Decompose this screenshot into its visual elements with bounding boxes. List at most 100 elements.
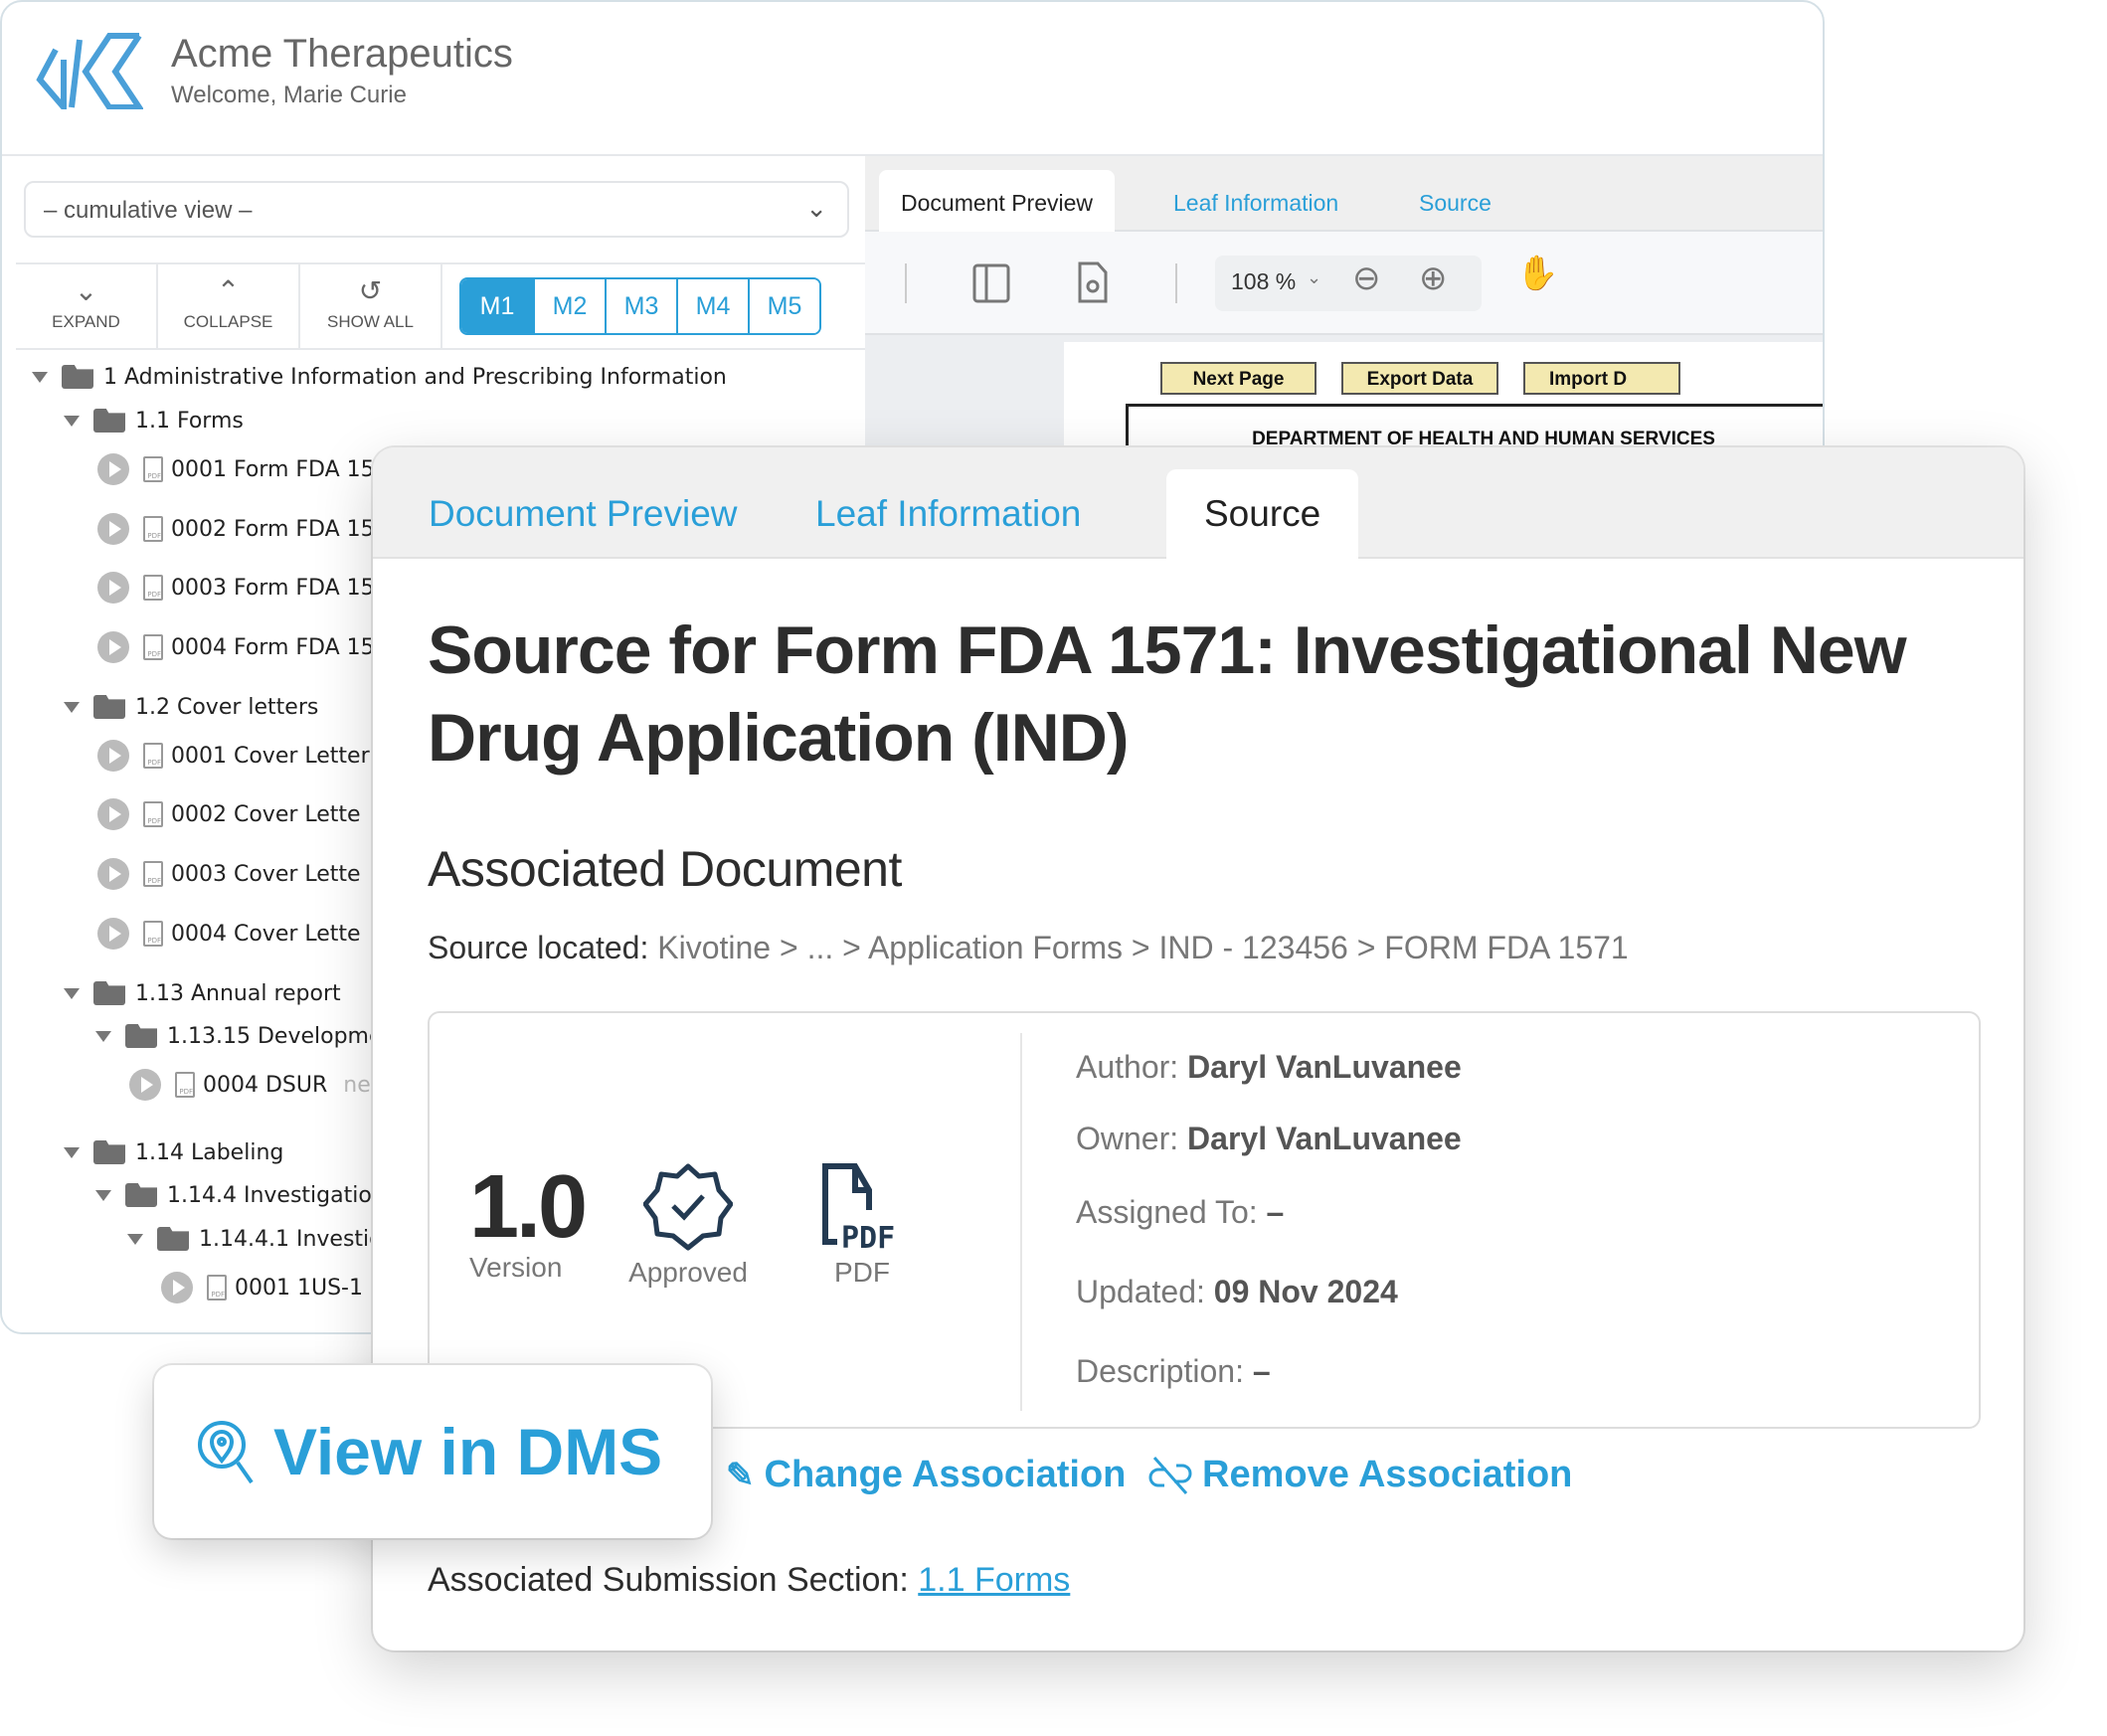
meta-value: Daryl VanLuvanee [1187,1121,1462,1156]
play-icon[interactable] [97,740,129,772]
tree-folder[interactable]: 1.13.15 Developmen [95,1019,396,1053]
breadcrumb-item[interactable]: IND - 123456 [1159,930,1348,965]
tree-document[interactable]: PDF 0001 1US-1 [161,1271,363,1304]
expand-triangle-icon[interactable] [95,1189,111,1201]
pdf-file-icon: PDF [175,1072,195,1098]
tree-item-label: 0003 Form FDA 15 [171,575,375,601]
folder-open-icon [125,1024,157,1048]
import-data-button[interactable]: Import D [1523,362,1680,395]
tree-folder[interactable]: 1.14.4 Investigation [95,1178,386,1212]
tree-document[interactable]: PDF 0003 Cover Lette [97,857,361,891]
tree-folder[interactable]: 1.14.4.1 Investiga [127,1222,397,1256]
meta-label: Description: [1076,1353,1244,1389]
tree-folder[interactable]: 1 Administrative Information and Prescri… [32,360,727,394]
tree-item-label: 0004 Cover Lette [171,921,361,947]
zoom-level-select[interactable]: 108 % [1231,268,1296,295]
expand-triangle-icon[interactable] [32,371,48,383]
tree-item-label: 1.2 Cover letters [135,694,319,720]
play-icon[interactable] [97,572,129,604]
expand-triangle-icon[interactable] [64,415,80,427]
breadcrumb-item[interactable]: ... [807,930,834,965]
breadcrumb-separator-icon: > [1123,930,1159,965]
tree-folder[interactable]: 1.14 Labeling [64,1135,283,1169]
tab-source[interactable]: Source [1166,469,1359,559]
meta-label: Assigned To: [1076,1194,1258,1230]
associated-section-link[interactable]: 1.1 Forms [918,1561,1070,1599]
hand-tool-icon[interactable]: ✋ [1516,254,1558,293]
status-label: Approved [628,1257,748,1288]
tree-document[interactable]: PDF 0004 DSUR ne [129,1068,371,1102]
tree-document[interactable]: PDF 0002 Cover Lette [97,797,361,831]
tab-source[interactable]: Source [1397,170,1513,232]
pdf-file-icon: PDF [143,743,163,769]
sidebar-toggle-icon[interactable] [972,263,1010,303]
tree-document[interactable]: PDF 0004 Form FDA 15 [97,630,375,664]
tree-item-label: 1.13.15 Developmen [167,1023,397,1049]
pdf-toolbar: 108 % ⌄ ⊖ ⊕ ✋ [865,232,1823,335]
folder-open-icon [62,365,93,389]
meta-label: Owner: [1076,1121,1179,1156]
tree-item-label: 0004 Form FDA 15 [171,634,375,660]
tree-item-label: 1.14 Labeling [135,1139,284,1165]
change-association-button[interactable]: ✎ Change Association [726,1454,1126,1496]
tab-leaf-information[interactable]: Leaf Information [778,469,1119,559]
tree-folder[interactable]: 1.13 Annual report [64,976,341,1010]
header: Acme Therapeutics Welcome, Marie Curie [2,2,1823,156]
pdf-file-icon: PDF [143,516,163,542]
pdf-file-icon: PDF [207,1275,227,1301]
play-icon[interactable] [97,798,129,830]
expand-triangle-icon[interactable] [95,1030,111,1042]
meta-updated: Updated: 09 Nov 2024 [1076,1274,1398,1310]
pdf-file-icon: PDF [143,861,163,887]
tree-folder[interactable]: 1.2 Cover letters [64,690,318,724]
folder-open-icon [93,695,125,719]
tree-document[interactable]: PDF 0003 Form FDA 15 [97,571,375,605]
expand-triangle-icon[interactable] [64,1146,80,1158]
tree-document[interactable]: PDF 0002 Form FDA 15 [97,512,375,546]
next-page-button[interactable]: Next Page [1160,362,1317,395]
tree-item-label: 1.14.4 Investigation [167,1182,386,1208]
change-association-label: Change Association [764,1454,1127,1495]
tree-item-label: 0002 Cover Lette [171,801,361,827]
play-icon[interactable] [129,1069,161,1101]
tree-item-label: 0004 DSUR [203,1072,328,1098]
pdf-file-icon: PDF [143,575,163,601]
play-icon[interactable] [97,513,129,545]
view-in-dms-button[interactable]: View in DMS [154,1365,711,1538]
meta-description: Description: – [1076,1353,1271,1390]
play-icon[interactable] [161,1272,193,1303]
expand-triangle-icon[interactable] [64,987,80,999]
play-icon[interactable] [97,918,129,950]
source-label: Source located: [428,930,649,965]
breadcrumb-item[interactable]: Kivotine [657,930,771,965]
source-card-tabs: Document Preview Leaf Information Source [373,447,2023,559]
zoom-out-icon[interactable]: ⊖ [1352,259,1381,298]
tab-document-preview[interactable]: Document Preview [879,170,1116,232]
play-icon[interactable] [97,858,129,890]
zoom-controls: 108 % ⌄ ⊖ ⊕ [1215,256,1482,311]
tree-document[interactable]: PDF 0001 Cover Letter [97,739,370,773]
divider [1175,263,1177,303]
play-icon[interactable] [97,453,129,485]
associated-section-label: Associated Submission Section: [428,1561,909,1599]
chevron-down-icon: ⌄ [1307,267,1322,287]
search-location-icon [198,1421,254,1484]
tab-leaf-information[interactable]: Leaf Information [1151,170,1360,232]
breadcrumb-item[interactable]: Application Forms [868,930,1123,965]
tree-folder[interactable]: 1.1 Forms [64,404,244,437]
meta-value: – [1266,1194,1285,1230]
page-title: Source for Form FDA 1571: Investigationa… [428,612,1907,776]
remove-association-button[interactable]: Remove Association [1148,1454,1572,1496]
expand-triangle-icon[interactable] [64,701,80,713]
zoom-in-icon[interactable]: ⊕ [1419,259,1448,298]
export-data-button[interactable]: Export Data [1341,362,1498,395]
document-properties-icon[interactable] [1078,261,1108,303]
breadcrumb-item[interactable]: FORM FDA 1571 [1384,930,1628,965]
tree-document[interactable]: PDF 0004 Cover Lette [97,917,361,951]
tree-item-label: 0001 1US-1 [235,1275,363,1301]
play-icon[interactable] [97,631,129,663]
folder-open-icon [125,1183,157,1207]
expand-triangle-icon[interactable] [127,1233,143,1245]
tree-document[interactable]: PDF 0001 Form FDA 15 [97,452,375,486]
tab-document-preview[interactable]: Document Preview [391,469,776,559]
